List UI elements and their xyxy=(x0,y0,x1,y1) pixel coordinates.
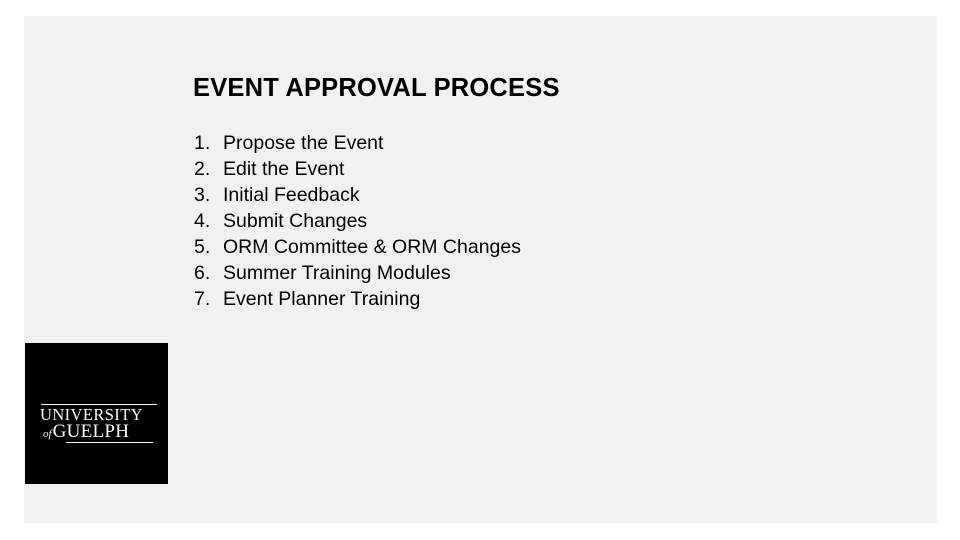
list-item-marker: 6. xyxy=(194,262,211,284)
process-steps-list: 1. Propose the Event 2. Edit the Event 3… xyxy=(194,130,814,312)
list-item: 2. Edit the Event xyxy=(194,156,814,182)
logo-word-guelph: GUELPH xyxy=(52,421,130,442)
list-item: 6. Summer Training Modules xyxy=(194,260,814,286)
list-item-label: ORM Committee & ORM Changes xyxy=(223,236,521,258)
list-item-marker: 2. xyxy=(194,158,211,180)
list-item-label: Propose the Event xyxy=(223,132,384,154)
list-item-marker: 1. xyxy=(194,132,211,154)
slide-canvas: EVENT APPROVAL PROCESS 1. Propose the Ev… xyxy=(0,0,960,540)
presentation-slide: EVENT APPROVAL PROCESS 1. Propose the Ev… xyxy=(24,16,937,523)
logo-lockup: UNIVERSITY of GUELPH xyxy=(40,404,158,443)
list-item: 1. Propose the Event xyxy=(194,130,814,156)
list-item-label: Event Planner Training xyxy=(223,288,421,310)
list-item: 5. ORM Committee & ORM Changes xyxy=(194,234,814,260)
logo-rule-bottom-icon xyxy=(66,442,153,443)
page-title: EVENT APPROVAL PROCESS xyxy=(193,74,560,102)
list-item-marker: 5. xyxy=(194,236,211,258)
list-item: 4. Submit Changes xyxy=(194,208,814,234)
list-item-label: Edit the Event xyxy=(223,158,345,180)
logo-word-of: of xyxy=(43,428,52,440)
list-item-marker: 7. xyxy=(194,288,211,310)
list-item-marker: 3. xyxy=(194,184,211,206)
list-item: 3. Initial Feedback xyxy=(194,182,814,208)
list-item: 7. Event Planner Training xyxy=(194,286,814,312)
list-item-label: Summer Training Modules xyxy=(223,262,451,284)
list-item-marker: 4. xyxy=(194,210,211,232)
list-item-label: Submit Changes xyxy=(223,210,368,232)
university-of-guelph-logo: UNIVERSITY of GUELPH xyxy=(25,343,168,484)
logo-line-two: of GUELPH xyxy=(43,422,158,442)
list-item-label: Initial Feedback xyxy=(223,184,360,206)
